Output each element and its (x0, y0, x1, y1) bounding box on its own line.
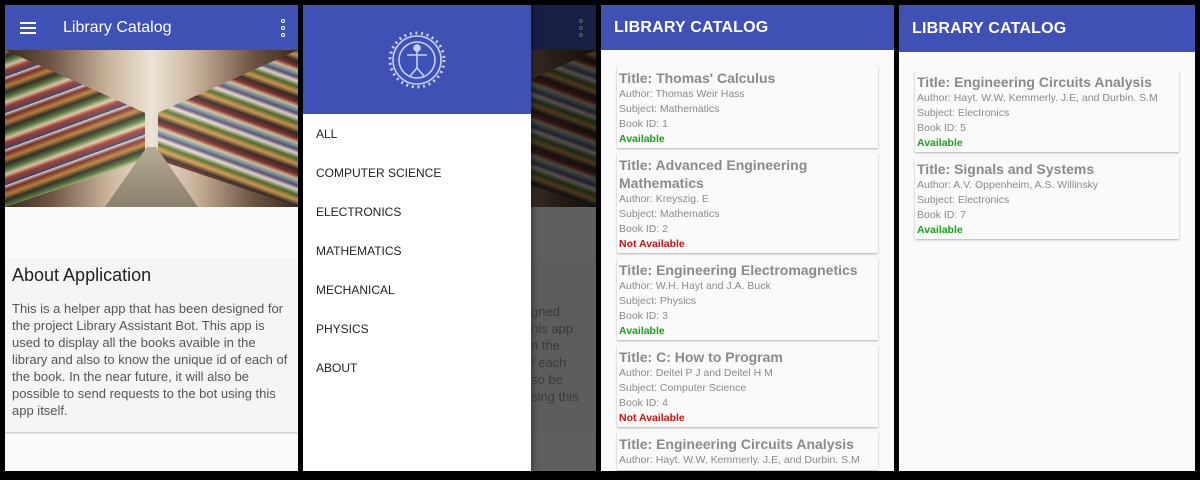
institute-logo-icon (388, 31, 446, 88)
book-author: Author: Hayt. W.W, Kemmerly. J.E, and Du… (619, 454, 860, 466)
about-card: About Application This is a helper app t… (5, 259, 298, 432)
book-author: Author: W.H. Hayt and J.A. Buck (619, 280, 771, 292)
book-author: Author: Hayt. W.W, Kemmerly. J.E, and Du… (917, 92, 1158, 104)
book-author: Author: A.V. Oppenheim, A.S. Willinsky (917, 179, 1099, 191)
book-card[interactable]: Title: Advanced Engineering Mathematics … (617, 153, 878, 253)
book-id: Book ID: 5 (917, 122, 967, 134)
book-subject: Subject: Mathematics (619, 208, 720, 220)
drawer-header (303, 5, 531, 114)
app-bar: Library Catalog (5, 5, 298, 50)
book-title: Title: C: How to Program (619, 349, 783, 365)
about-title: About Application (12, 265, 152, 285)
status-badge: Available (619, 325, 665, 337)
book-id: Book ID: 2 (619, 223, 669, 235)
drawer-item-all[interactable]: ALL (303, 114, 531, 153)
hamburger-icon (20, 21, 36, 34)
book-id: Book ID: 3 (619, 310, 669, 322)
drawer-screen: ALL COMPUTER SCIENCE ELECTRONICS MATHEMA… (303, 5, 596, 471)
book-card[interactable]: Title: Signals and Systems Author: A.V. … (915, 157, 1179, 239)
status-badge: Not Available (619, 412, 685, 424)
book-title: Title: Engineering Circuits Analysis (619, 436, 854, 452)
navigation-drawer: ALL COMPUTER SCIENCE ELECTRONICS MATHEMA… (303, 5, 531, 471)
status-badge: Available (619, 133, 665, 145)
book-card[interactable]: Title: Engineering Circuits Analysis Aut… (915, 70, 1179, 152)
drawer-item-about[interactable]: ABOUT (303, 348, 531, 387)
book-author: Author: Deitel P J and Deitel H M (619, 367, 773, 379)
book-title: Title: Engineering Circuits Analysis (917, 74, 1152, 90)
status-badge: Not Available (619, 238, 685, 250)
status-badge: Available (917, 224, 963, 236)
book-subject: Subject: Electronics (917, 107, 1010, 119)
drawer-item-physics[interactable]: PHYSICS (303, 309, 531, 348)
book-card[interactable]: Title: Engineering Circuits Analysis Aut… (617, 432, 878, 470)
book-subject: Subject: Electronics (917, 194, 1010, 206)
book-subject: Subject: Mathematics (619, 103, 720, 115)
book-card[interactable]: Title: C: How to Program Author: Deitel … (617, 345, 878, 427)
book-id: Book ID: 7 (917, 209, 967, 221)
dimmed-about-text: gned his app n the f each so be sing thi… (531, 304, 579, 404)
electronics-books-screen: LIBRARY CATALOG Title: Engineering Circu… (899, 5, 1195, 471)
home-screen: Library Catalog About Application This i… (5, 5, 298, 471)
library-shelves-image (5, 50, 298, 207)
book-author: Author: Kreyszig. E (619, 193, 709, 205)
book-author: Author: Thomas Weir Hass (619, 88, 745, 100)
drawer-item-mathematics[interactable]: MATHEMATICS (303, 231, 531, 270)
book-subject: Subject: Physics (619, 295, 697, 307)
drawer-item-mechanical[interactable]: MECHANICAL (303, 270, 531, 309)
book-card[interactable]: Title: Engineering Electromagnetics Auth… (617, 258, 878, 340)
book-title: Title: Engineering Electromagnetics (619, 262, 858, 278)
book-list: Title: Engineering Circuits Analysis Aut… (899, 52, 1195, 239)
book-title: Title: Signals and Systems (917, 161, 1095, 177)
book-id: Book ID: 1 (619, 118, 669, 130)
status-badge: Available (917, 137, 963, 149)
app-title: Library Catalog (63, 18, 172, 36)
app-title: LIBRARY CATALOG (614, 18, 769, 36)
drawer-item-computer-science[interactable]: COMPUTER SCIENCE (303, 153, 531, 192)
app-title: LIBRARY CATALOG (912, 19, 1067, 37)
book-title: Title: Advanced Engineering Mathematics (619, 157, 808, 191)
book-title: Title: Thomas' Calculus (619, 70, 776, 86)
overflow-menu-icon[interactable] (268, 5, 298, 50)
all-books-screen: LIBRARY CATALOG Title: Thomas' Calculus … (601, 5, 894, 471)
book-card[interactable]: Title: Thomas' Calculus Author: Thomas W… (617, 66, 878, 148)
drawer-item-electronics[interactable]: ELECTRONICS (303, 192, 531, 231)
book-list: Title: Thomas' Calculus Author: Thomas W… (601, 50, 894, 470)
about-text: This is a helper app that has been desig… (12, 301, 288, 418)
app-bar: LIBRARY CATALOG (899, 5, 1195, 52)
book-subject: Subject: Computer Science (619, 382, 747, 394)
menu-button[interactable] (5, 5, 51, 50)
book-id: Book ID: 4 (619, 397, 669, 409)
app-bar: LIBRARY CATALOG (601, 5, 894, 50)
